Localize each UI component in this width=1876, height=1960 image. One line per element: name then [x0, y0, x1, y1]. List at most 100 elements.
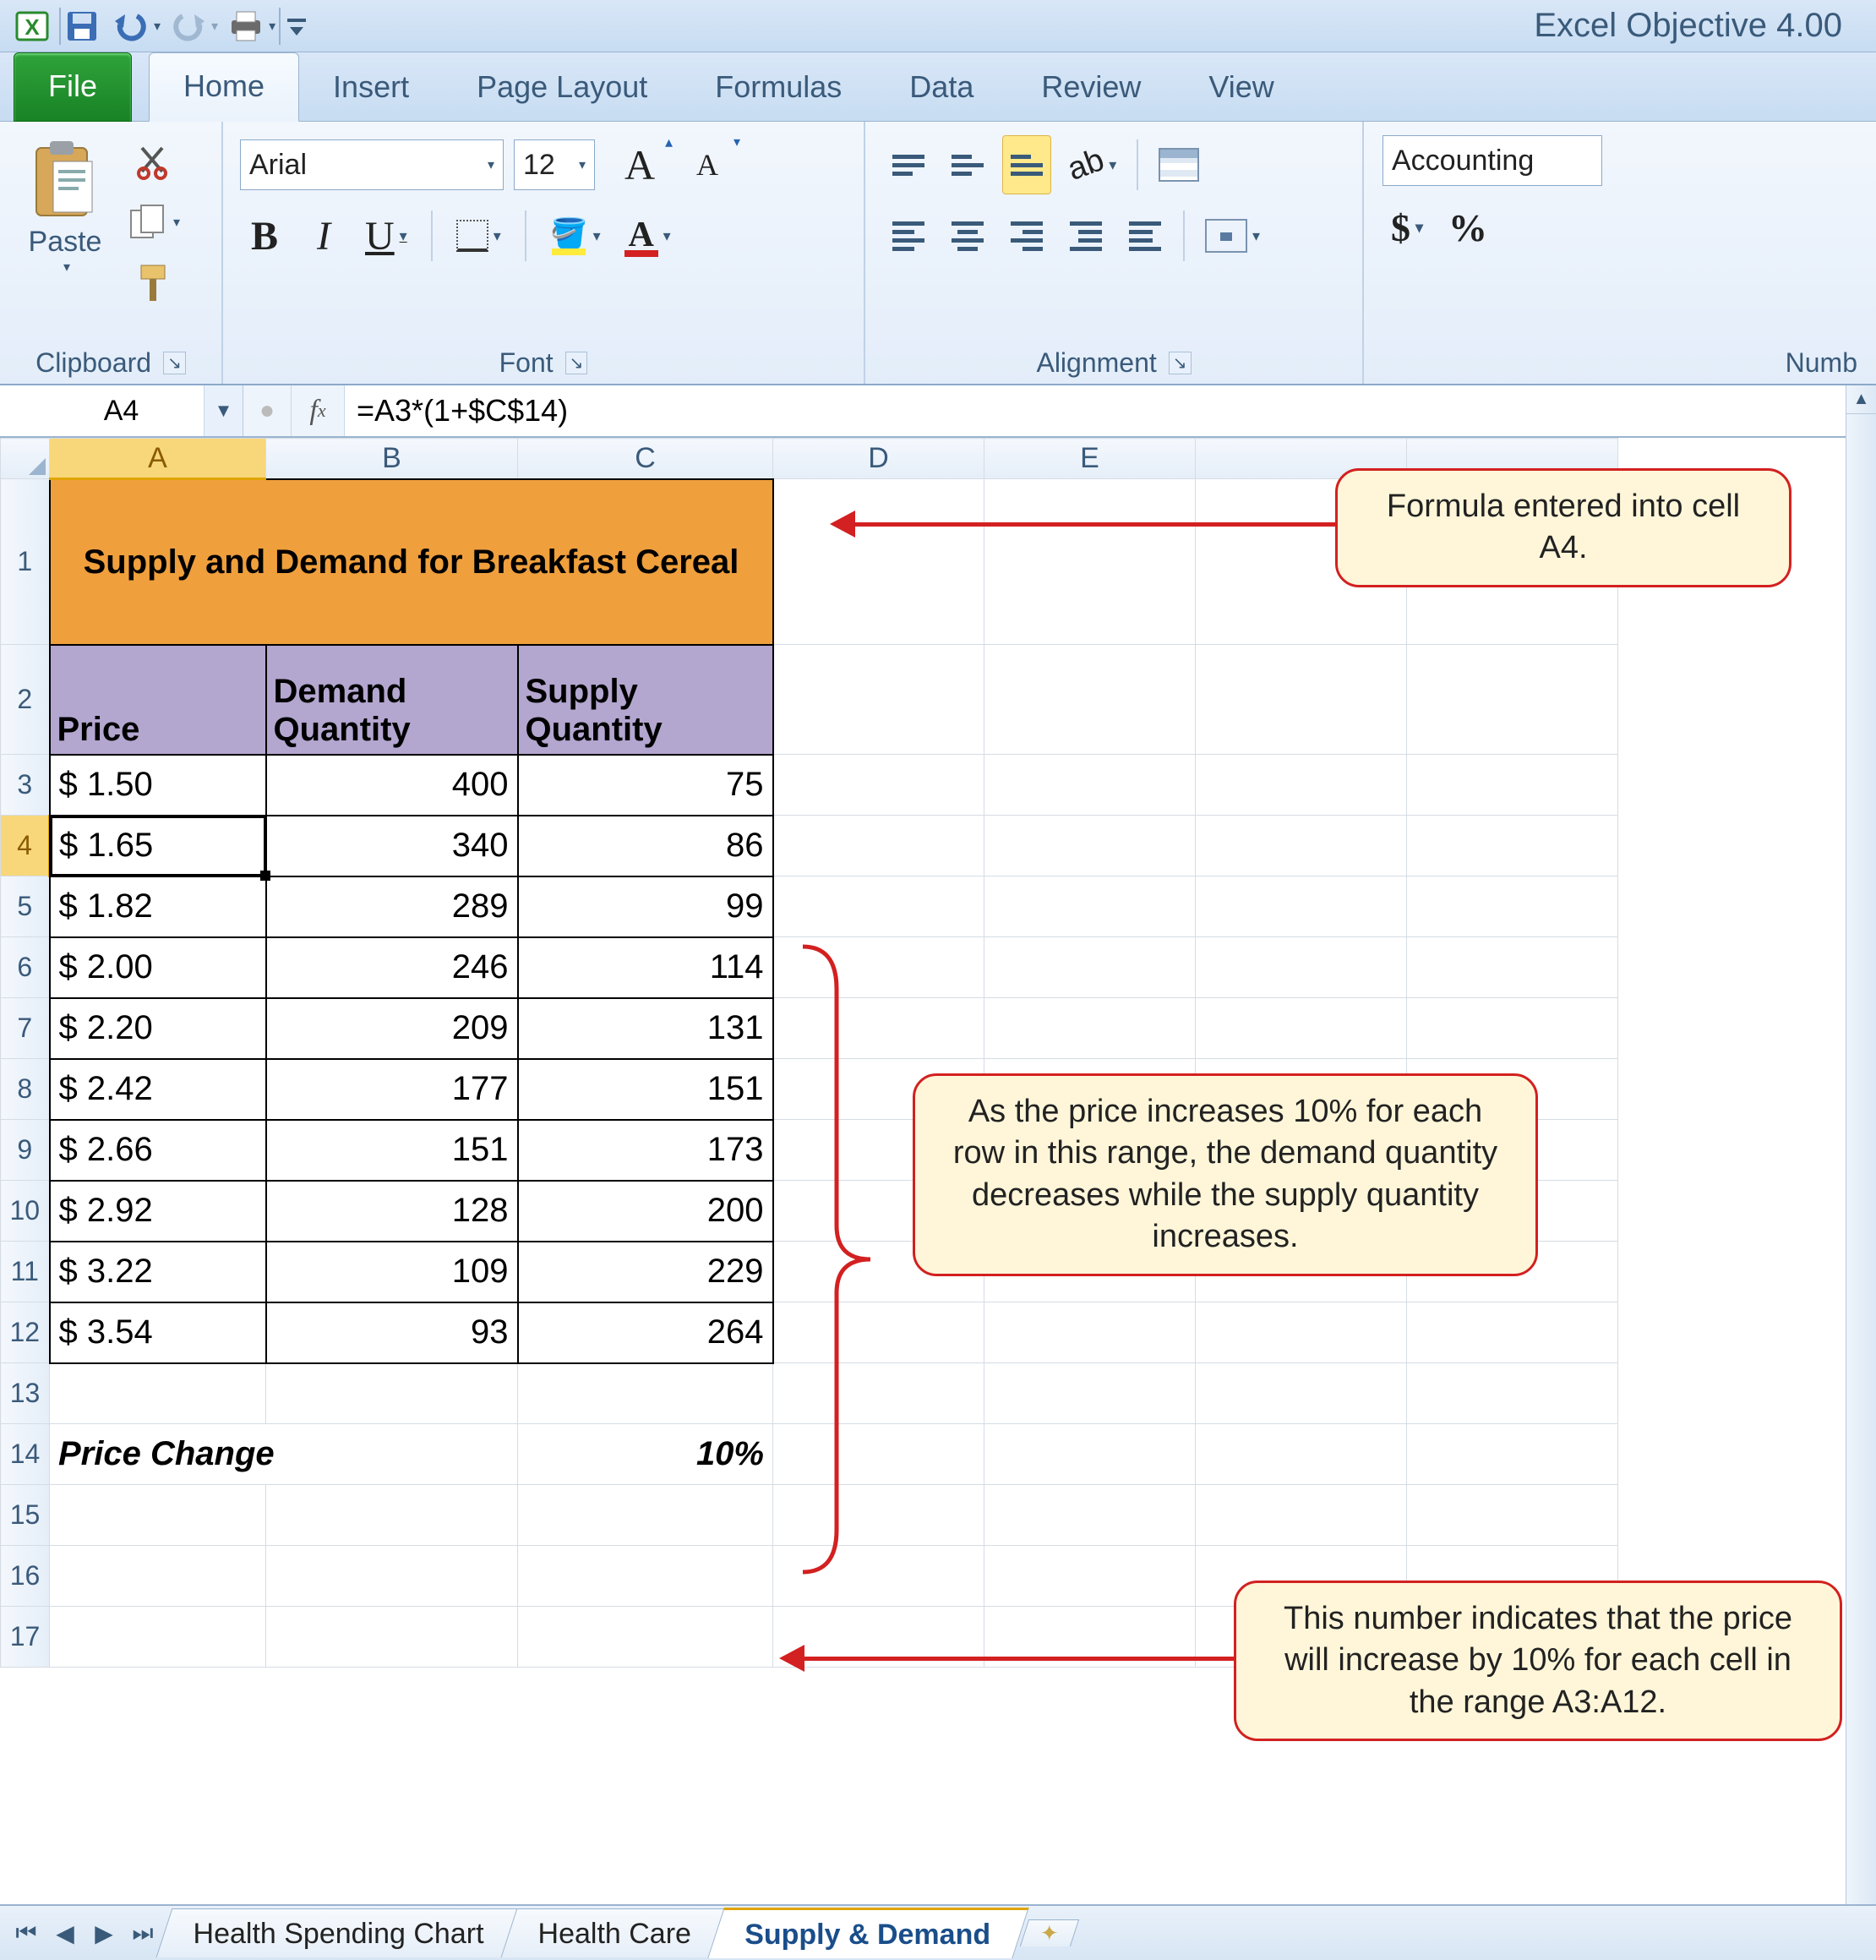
- dialog-launcher-icon[interactable]: ↘: [565, 352, 588, 374]
- cell[interactable]: [1196, 1424, 1407, 1485]
- increase-indent-button[interactable]: [1121, 206, 1170, 265]
- dropdown-icon[interactable]: ▾: [63, 259, 70, 276]
- font-size-combo[interactable]: 12▾: [514, 139, 595, 190]
- cell-title[interactable]: Supply and Demand for Breakfast Cereal: [50, 479, 773, 645]
- cell[interactable]: [1196, 645, 1407, 755]
- row-header[interactable]: 1: [1, 479, 50, 645]
- cell[interactable]: 109: [266, 1242, 518, 1302]
- row-header[interactable]: 15: [1, 1485, 50, 1546]
- row-header[interactable]: 11: [1, 1242, 50, 1302]
- cell[interactable]: $ 2.92: [50, 1181, 266, 1242]
- cell[interactable]: [1196, 755, 1407, 816]
- cell[interactable]: [984, 998, 1196, 1059]
- cell[interactable]: [1196, 998, 1407, 1059]
- save-button[interactable]: [64, 8, 100, 44]
- cell[interactable]: [1196, 876, 1407, 937]
- vertical-scrollbar[interactable]: ▲: [1846, 385, 1876, 1904]
- prev-sheet-button[interactable]: ◀: [46, 1914, 85, 1952]
- row-header[interactable]: 4: [1, 816, 50, 876]
- sheet-tab-active[interactable]: Supply & Demand: [708, 1908, 1029, 1958]
- row-header[interactable]: 7: [1, 998, 50, 1059]
- cell[interactable]: 200: [518, 1181, 773, 1242]
- tab-data[interactable]: Data: [875, 54, 1007, 122]
- dialog-launcher-icon[interactable]: ↘: [1169, 352, 1192, 374]
- cell-price-change-value[interactable]: 10%: [518, 1424, 773, 1485]
- row-header[interactable]: 8: [1, 1059, 50, 1120]
- grow-font-button[interactable]: A: [615, 135, 664, 194]
- tab-review[interactable]: Review: [1007, 54, 1175, 122]
- cell[interactable]: [1407, 876, 1618, 937]
- orientation-button[interactable]: ab: [1061, 135, 1123, 194]
- cell[interactable]: 173: [518, 1120, 773, 1181]
- font-name-combo[interactable]: Arial▾: [240, 139, 504, 190]
- cell[interactable]: [1407, 937, 1618, 998]
- sheet-tab[interactable]: Health Care: [501, 1908, 729, 1957]
- row-header[interactable]: 2: [1, 645, 50, 755]
- customize-qat-button[interactable]: [284, 14, 309, 39]
- accounting-format-button[interactable]: $: [1382, 198, 1432, 257]
- align-center-button[interactable]: [943, 206, 992, 265]
- align-bottom-button[interactable]: [1002, 135, 1051, 194]
- col-header-A[interactable]: A: [50, 439, 266, 479]
- row-header[interactable]: 10: [1, 1181, 50, 1242]
- cut-button[interactable]: [127, 137, 181, 186]
- cell[interactable]: [50, 1363, 266, 1424]
- dropdown-icon[interactable]: ▾: [154, 18, 161, 35]
- copy-button[interactable]: ▾: [127, 198, 181, 247]
- col-header-D[interactable]: D: [773, 439, 984, 479]
- align-top-button[interactable]: [884, 135, 933, 194]
- cell[interactable]: $ 3.22: [50, 1242, 266, 1302]
- cell[interactable]: [1407, 1302, 1618, 1363]
- font-color-button[interactable]: A: [618, 206, 678, 265]
- bold-button[interactable]: B: [240, 206, 289, 265]
- col-header-C[interactable]: C: [518, 439, 773, 479]
- cell[interactable]: [984, 479, 1196, 645]
- scroll-up-button[interactable]: ▲: [1846, 385, 1876, 414]
- cell[interactable]: 209: [266, 998, 518, 1059]
- italic-button[interactable]: I: [299, 206, 348, 265]
- shrink-font-button[interactable]: A: [683, 135, 732, 194]
- cell[interactable]: 177: [266, 1059, 518, 1120]
- cell[interactable]: [984, 645, 1196, 755]
- col-header-E[interactable]: E: [984, 439, 1196, 479]
- merge-center-button[interactable]: [1198, 206, 1267, 265]
- cell[interactable]: [518, 1363, 773, 1424]
- row-header[interactable]: 12: [1, 1302, 50, 1363]
- tab-insert[interactable]: Insert: [299, 54, 443, 122]
- cell[interactable]: [518, 1546, 773, 1607]
- cell[interactable]: [266, 1485, 518, 1546]
- cell[interactable]: [984, 937, 1196, 998]
- cell[interactable]: [518, 1607, 773, 1668]
- cell[interactable]: [50, 1485, 266, 1546]
- cell[interactable]: [1196, 816, 1407, 876]
- tab-page-layout[interactable]: Page Layout: [443, 54, 681, 122]
- sheet-tab[interactable]: Health Spending Chart: [156, 1908, 522, 1957]
- cell[interactable]: [266, 1363, 518, 1424]
- cell-header-price[interactable]: Price: [50, 645, 266, 755]
- cell[interactable]: [773, 816, 984, 876]
- cell[interactable]: [1196, 1485, 1407, 1546]
- cell[interactable]: [1196, 937, 1407, 998]
- align-left-button[interactable]: [884, 206, 933, 265]
- redo-button[interactable]: ▾: [169, 9, 218, 43]
- cell[interactable]: $ 2.20: [50, 998, 266, 1059]
- align-middle-button[interactable]: [943, 135, 992, 194]
- first-sheet-button[interactable]: ⏮: [7, 1914, 46, 1952]
- tab-view[interactable]: View: [1175, 54, 1307, 122]
- row-header[interactable]: 14: [1, 1424, 50, 1485]
- tab-home[interactable]: Home: [149, 52, 299, 122]
- cell[interactable]: [266, 1546, 518, 1607]
- select-all-button[interactable]: [1, 439, 50, 479]
- cell[interactable]: 229: [518, 1242, 773, 1302]
- cancel-button[interactable]: ●: [243, 385, 291, 436]
- dialog-launcher-icon[interactable]: ↘: [163, 352, 186, 374]
- dropdown-icon[interactable]: ▾: [211, 18, 218, 35]
- cell[interactable]: [984, 876, 1196, 937]
- decrease-indent-button[interactable]: [1061, 206, 1110, 265]
- cell[interactable]: [984, 1485, 1196, 1546]
- row-header[interactable]: 17: [1, 1607, 50, 1668]
- tab-formulas[interactable]: Formulas: [681, 54, 875, 122]
- format-painter-button[interactable]: [127, 259, 181, 308]
- row-header[interactable]: 13: [1, 1363, 50, 1424]
- cell[interactable]: [1407, 1363, 1618, 1424]
